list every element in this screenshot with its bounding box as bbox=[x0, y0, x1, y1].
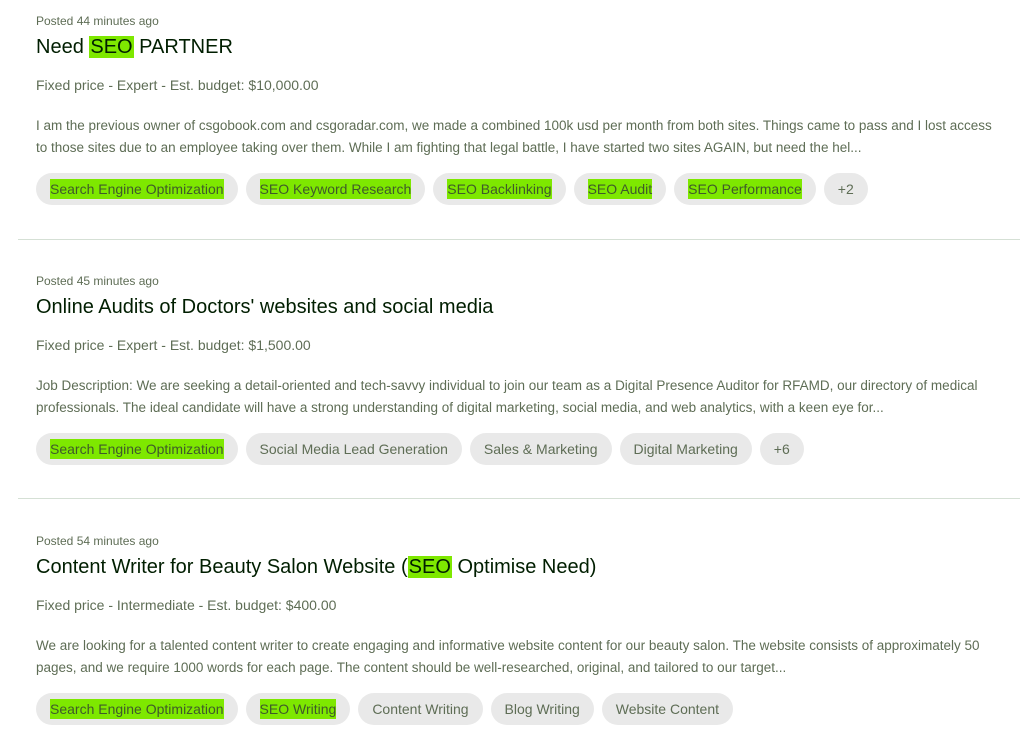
job-feed: Posted 44 minutes ago Need SEO PARTNER F… bbox=[0, 0, 1024, 736]
job-title[interactable]: Content Writer for Beauty Salon Website … bbox=[36, 556, 596, 579]
skill-tag[interactable]: SEO Audit bbox=[573, 173, 667, 205]
skill-tags: Search Engine Optimization SEO Keyword R… bbox=[36, 173, 868, 205]
skill-tag[interactable]: SEO Backlinking bbox=[433, 173, 566, 205]
job-meta: Fixed price - Expert - Est. budget: $10,… bbox=[36, 77, 319, 93]
job-card[interactable]: Posted 44 minutes ago Need SEO PARTNER F… bbox=[0, 0, 1024, 240]
skill-tag-label: Search Engine Optimization bbox=[50, 699, 224, 719]
skill-tag-label: SEO Keyword Research bbox=[259, 179, 412, 199]
job-title-text: Content Writer for Beauty Salon Website … bbox=[36, 556, 408, 578]
skill-tag[interactable]: Sales & Marketing bbox=[469, 433, 612, 465]
skill-tag[interactable]: SEO Performance bbox=[674, 173, 816, 205]
skill-tag[interactable]: Blog Writing bbox=[490, 693, 594, 725]
skill-tag[interactable]: Search Engine Optimization bbox=[36, 433, 238, 465]
skill-tag-label: Search Engine Optimization bbox=[50, 179, 224, 199]
skill-tag-label: SEO Performance bbox=[688, 179, 802, 199]
skill-tag[interactable]: Digital Marketing bbox=[619, 433, 752, 465]
job-title[interactable]: Online Audits of Doctors' websites and s… bbox=[36, 296, 493, 319]
divider bbox=[18, 239, 1020, 240]
job-title-text: Online Audits of Doctors' websites and s… bbox=[36, 296, 494, 318]
more-skills-button[interactable]: +6 bbox=[759, 433, 804, 465]
job-card[interactable]: Posted 54 minutes ago Content Writer for… bbox=[0, 520, 1024, 736]
posted-time: Posted 44 minutes ago bbox=[36, 14, 159, 28]
skill-tag-label: SEO Backlinking bbox=[447, 179, 552, 199]
skill-tag[interactable]: Social Media Lead Generation bbox=[245, 433, 462, 465]
job-description: We are looking for a talented content wr… bbox=[36, 638, 980, 675]
job-meta: Fixed price - Expert - Est. budget: $1,5… bbox=[36, 337, 311, 353]
more-skills-button[interactable]: +2 bbox=[823, 173, 868, 205]
job-title-highlight: SEO bbox=[407, 556, 452, 578]
skill-tag[interactable]: SEO Writing bbox=[245, 693, 351, 725]
skill-tag[interactable]: Content Writing bbox=[358, 693, 483, 725]
job-description: I am the previous owner of csgobook.com … bbox=[36, 118, 992, 155]
skill-tag-label: Search Engine Optimization bbox=[50, 439, 224, 459]
skill-tag[interactable]: Search Engine Optimization bbox=[36, 173, 238, 205]
skill-tag[interactable]: Website Content bbox=[601, 693, 734, 725]
job-description: Job Description: We are seeking a detail… bbox=[36, 378, 978, 415]
job-title-text: Need bbox=[36, 36, 90, 58]
skill-tag-label: SEO Writing bbox=[259, 699, 337, 719]
job-title-text: Optimise Need) bbox=[451, 556, 597, 578]
job-title-highlight: SEO bbox=[89, 36, 134, 58]
skill-tags: Search Engine Optimization Social Media … bbox=[36, 433, 804, 465]
job-title-text: PARTNER bbox=[133, 36, 233, 58]
posted-time: Posted 54 minutes ago bbox=[36, 534, 159, 548]
posted-time: Posted 45 minutes ago bbox=[36, 274, 159, 288]
divider bbox=[18, 498, 1020, 499]
job-title[interactable]: Need SEO PARTNER bbox=[36, 36, 233, 59]
job-card[interactable]: Posted 45 minutes ago Online Audits of D… bbox=[0, 260, 1024, 500]
skill-tag-label: SEO Audit bbox=[587, 179, 653, 199]
skill-tag[interactable]: SEO Keyword Research bbox=[245, 173, 426, 205]
job-meta: Fixed price - Intermediate - Est. budget… bbox=[36, 597, 337, 613]
skill-tags: Search Engine Optimization SEO Writing C… bbox=[36, 693, 734, 725]
skill-tag[interactable]: Search Engine Optimization bbox=[36, 693, 238, 725]
